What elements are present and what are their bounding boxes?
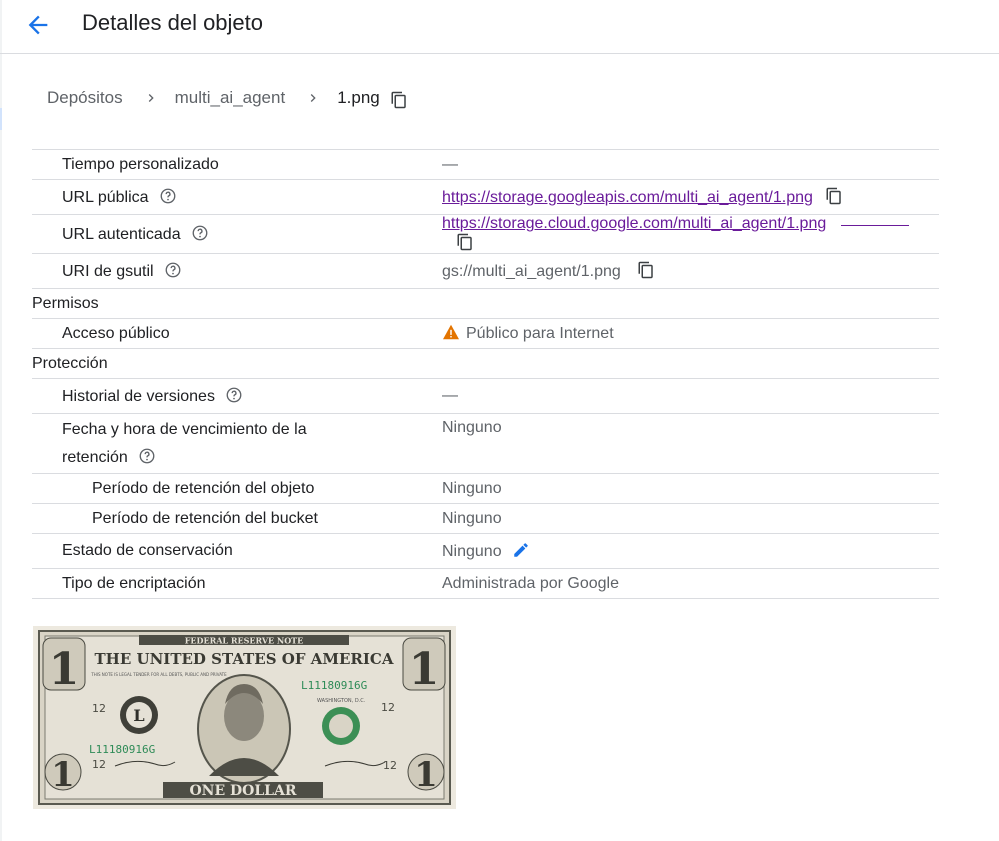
- encryption-type-label: Tipo de encriptación: [32, 568, 442, 599]
- authenticated-url-label: URL autenticada: [62, 226, 181, 243]
- table-row: Período de retención del bucket Ninguno: [32, 503, 939, 534]
- table-row: Período de retención del objeto Ninguno: [32, 473, 939, 504]
- breadcrumb-current: 1.png: [337, 88, 380, 107]
- table-row: Tiempo personalizado —: [32, 149, 939, 180]
- public-url-link[interactable]: https://storage.googleapis.com/multi_ai_…: [442, 189, 813, 206]
- help-icon[interactable]: [191, 224, 209, 242]
- custom-time-label: Tiempo personalizado: [32, 149, 442, 180]
- section-row: Permisos: [32, 288, 939, 319]
- retention-expiry-label-line1: Fecha y hora de vencimiento de la: [62, 420, 307, 438]
- bill-legal-text: THIS NOTE IS LEGAL TENDER FOR ALL DEBTS,…: [90, 672, 227, 677]
- chevron-right-icon: [310, 94, 316, 102]
- object-retention-value: Ninguno: [442, 473, 939, 504]
- hold-status-label: Estado de conservación: [32, 533, 442, 569]
- left-rail-marker: [0, 108, 2, 130]
- bill-top-banner: FEDERAL RESERVE NOTE: [185, 636, 303, 646]
- gsutil-uri-label: URI de gsutil: [62, 263, 154, 280]
- gsutil-uri-value: gs://multi_ai_agent/1.png: [442, 263, 621, 280]
- bill-bottom-banner: ONE DOLLAR: [189, 783, 296, 799]
- object-retention-label: Período de retención del objeto: [32, 473, 442, 504]
- table-row: URL autenticada https://storage.cloud.go…: [32, 214, 939, 254]
- public-access-value: Público para Internet: [466, 325, 614, 342]
- section-row: Protección: [32, 348, 939, 379]
- table-row: Acceso público Público para Internet: [32, 318, 939, 349]
- table-row: Fecha y hora de vencimiento de la retenc…: [32, 413, 939, 474]
- bill-country-text: THE UNITED STATES OF AMERICA: [95, 650, 394, 668]
- authenticated-url-link[interactable]: https://storage.cloud.google.com/multi_a…: [442, 215, 826, 232]
- protection-section-title: Protección: [32, 348, 939, 379]
- help-icon[interactable]: [225, 386, 243, 404]
- hold-status-value: Ninguno: [442, 543, 502, 560]
- breadcrumb-bucket[interactable]: multi_ai_agent: [175, 88, 286, 108]
- permissions-section-title: Permisos: [32, 288, 939, 319]
- edit-pencil-icon[interactable]: [512, 541, 530, 559]
- object-properties-table: Tiempo personalizado — URL pública https…: [32, 149, 939, 599]
- retention-expiry-label-line2: retención: [62, 448, 128, 466]
- copy-icon[interactable]: [456, 233, 474, 251]
- position-number: 12: [383, 759, 397, 772]
- bucket-retention-value: Ninguno: [442, 503, 939, 534]
- link-underline-tail: [840, 225, 909, 226]
- public-access-label: Acceso público: [32, 318, 442, 349]
- corner-number-bottom-left: 1: [51, 755, 75, 795]
- table-row: URI de gsutil gs://multi_ai_agent/1.png: [32, 253, 939, 289]
- corner-number-top-left: 1: [49, 644, 80, 695]
- position-number: 12: [92, 758, 106, 771]
- table-row: Historial de versiones —: [32, 378, 939, 414]
- corner-number-bottom-right: 1: [414, 755, 438, 795]
- custom-time-value: —: [442, 149, 939, 180]
- table-row: URL pública https://storage.googleapis.c…: [32, 179, 939, 215]
- arrow-back-icon[interactable]: [24, 11, 52, 39]
- corner-number-top-right: 1: [409, 644, 440, 695]
- page-title: Detalles del objeto: [82, 10, 264, 35]
- public-url-label: URL pública: [62, 189, 149, 206]
- seal-letter: L: [133, 706, 144, 725]
- bucket-retention-label: Período de retención del bucket: [32, 503, 442, 534]
- dollar-bill-image: FEDERAL RESERVE NOTE THE UNITED STATES O…: [33, 626, 456, 809]
- position-number: 12: [92, 702, 106, 715]
- object-image-preview: FEDERAL RESERVE NOTE THE UNITED STATES O…: [33, 626, 456, 809]
- encryption-type-value: Administrada por Google: [442, 568, 939, 599]
- position-number: 12: [381, 701, 395, 714]
- breadcrumb-buckets[interactable]: Depósitos: [47, 88, 123, 108]
- table-row: Tipo de encriptación Administrada por Go…: [32, 568, 939, 599]
- help-icon[interactable]: [159, 187, 177, 205]
- copy-icon[interactable]: [390, 91, 408, 109]
- warning-icon: [443, 324, 459, 340]
- help-icon[interactable]: [164, 261, 182, 279]
- copy-icon[interactable]: [825, 187, 843, 205]
- serial-number-left: L11180916G: [89, 743, 155, 756]
- retention-expiry-value: Ninguno: [442, 413, 939, 474]
- table-row: Estado de conservación Ninguno: [32, 533, 939, 569]
- chevron-right-icon: [148, 94, 154, 102]
- version-history-label: Historial de versiones: [62, 388, 215, 405]
- page-header: Detalles del objeto: [0, 0, 999, 54]
- version-history-value: —: [442, 378, 939, 414]
- serial-number-right: L11180916G: [301, 679, 367, 692]
- breadcrumb: Depósitos multi_ai_agent 1.png: [47, 85, 408, 111]
- help-icon[interactable]: [138, 447, 156, 465]
- bill-city-text: WASHINGTON, D.C.: [317, 698, 366, 704]
- copy-icon[interactable]: [637, 261, 655, 279]
